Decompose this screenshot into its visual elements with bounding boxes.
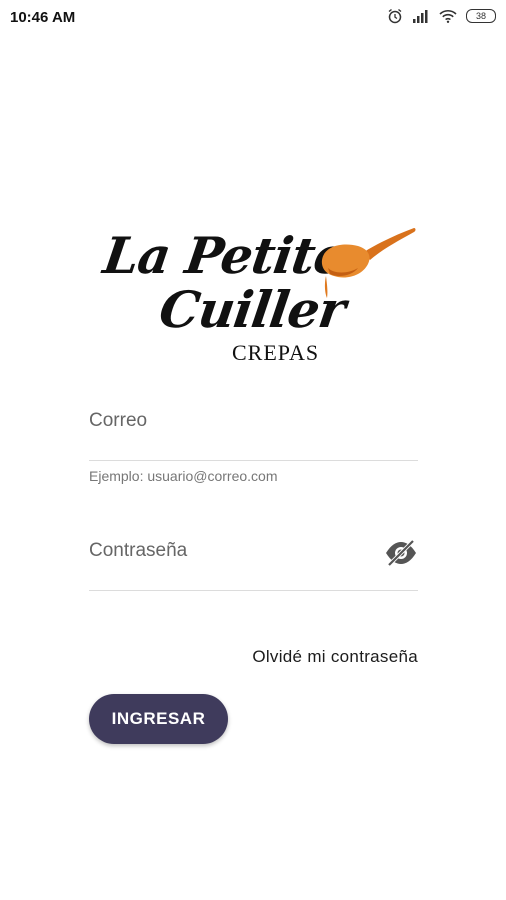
password-field[interactable] [89,528,418,591]
alarm-icon [387,8,403,24]
battery-icon: 38 [466,9,496,23]
email-helper-text: Ejemplo: usuario@correo.com [89,468,278,484]
logo-line1: La Petite [99,226,350,285]
app-logo: La Petite Cuiller CREPAS [100,222,420,367]
signal-icon [412,9,430,23]
login-button[interactable]: INGRESAR [89,694,228,744]
forgot-password-link[interactable]: Olvidé mi contraseña [252,647,418,667]
spoon-icon [321,228,416,298]
password-input[interactable] [89,540,369,562]
wifi-icon [439,9,457,23]
eye-off-icon[interactable] [384,538,418,568]
email-input[interactable] [89,410,369,432]
status-icons: 38 [387,8,496,24]
logo-subtitle: CREPAS [232,340,320,365]
email-field[interactable] [89,398,418,461]
status-bar: 10:46 AM 38 [0,0,506,36]
status-time: 10:46 AM [10,9,76,26]
